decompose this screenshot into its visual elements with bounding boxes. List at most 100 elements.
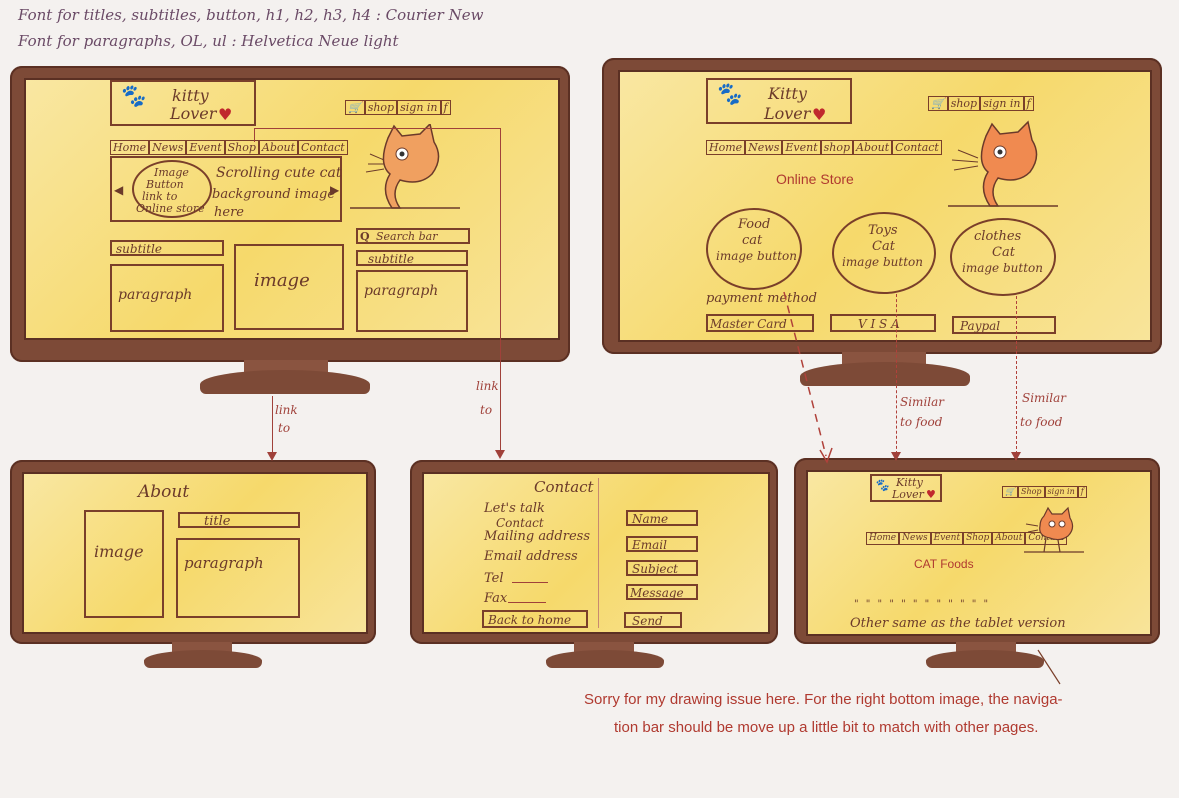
nav-about[interactable]: About — [992, 532, 1026, 545]
paragraph-left-text: paragraph — [118, 287, 193, 303]
about-subtitle-text: title — [204, 514, 231, 529]
home-logo[interactable]: 🐾 kitty Lover ♥ — [110, 80, 256, 126]
about-subtitle: title — [178, 512, 300, 528]
shop-button[interactable]: Shop — [1017, 486, 1045, 498]
home-image-text: image — [254, 270, 310, 291]
store-title: Online Store — [776, 171, 854, 187]
mailing-address: Mailing address — [484, 529, 591, 544]
home-image: image — [234, 244, 344, 330]
sign-in-button[interactable]: sign in — [1044, 486, 1078, 498]
clothes-cat: Cat — [992, 245, 1015, 260]
about-image: image — [84, 510, 164, 618]
other-same-text: Other same as the tablet version — [850, 616, 1066, 631]
contact-label: Contact — [496, 516, 544, 530]
logo-lover: Lover — [892, 488, 924, 501]
paragraph-right: paragraph — [356, 270, 468, 332]
paypal-button[interactable]: Paypal — [952, 316, 1056, 334]
facebook-icon[interactable]: f — [440, 100, 451, 116]
name-field[interactable]: Name — [626, 510, 698, 526]
subject-field[interactable]: Subject — [626, 560, 698, 576]
subtitle-right: subtitle — [356, 250, 468, 266]
nav-home[interactable]: Home — [110, 140, 150, 156]
name-field-text: Name — [632, 512, 669, 526]
cart-icon[interactable]: 🛒 — [1002, 486, 1018, 498]
subject-field-text: Subject — [632, 562, 678, 576]
sign-in-button[interactable]: sign in — [980, 96, 1024, 112]
search-bar[interactable]: Q Search bar — [356, 228, 470, 244]
heart-icon: ♥ — [926, 488, 936, 501]
similar-to-food-2a: Similar — [1022, 391, 1067, 405]
nav-news[interactable]: News — [149, 140, 187, 156]
nav-home[interactable]: Home — [706, 140, 746, 156]
cat-logo-icon: 🐾 — [874, 478, 889, 492]
cat-logo-icon: 🐾 — [118, 84, 146, 109]
clothes-label: clothes — [974, 229, 1022, 244]
cart-icon[interactable]: 🛒 — [345, 100, 365, 116]
about-title: About — [138, 482, 190, 502]
link-to-contact-2: to — [480, 403, 493, 417]
similar-to-food-2b: to food — [1020, 415, 1063, 429]
food-image-button[interactable]: Food cat image button — [706, 208, 802, 290]
cat-logo-icon: 🐾 — [714, 82, 742, 107]
email-address: Email address — [484, 549, 578, 564]
visa-text: V I S A — [858, 317, 900, 331]
foods-logo[interactable]: 🐾 Kitty Lover ♥ — [870, 474, 942, 502]
logo-kitty: kitty — [172, 86, 209, 105]
oval-text-1: Image — [154, 166, 189, 179]
about-paragraph-text: paragraph — [184, 554, 264, 572]
send-button[interactable]: Send — [624, 612, 682, 628]
cat-drawing — [1024, 506, 1084, 553]
facebook-icon[interactable]: f — [1023, 96, 1034, 112]
about-paragraph: paragraph — [176, 538, 300, 618]
visa-button[interactable]: V I S A — [830, 314, 936, 332]
nav-contact[interactable]: Contact — [892, 140, 942, 156]
shop-button[interactable]: shop — [947, 96, 981, 112]
bg-text: background image — [212, 187, 336, 202]
nav-news[interactable]: News — [899, 532, 931, 545]
toys-label: Toys — [868, 223, 898, 238]
clothes-image-button[interactable]: clothes Cat image button — [950, 218, 1056, 296]
back-to-home-button[interactable]: Back to home — [482, 610, 588, 628]
oval-text-3: link to — [142, 190, 178, 203]
carousel-prev-icon[interactable]: ◀ — [114, 184, 123, 196]
logo-kitty: Kitty — [768, 84, 807, 103]
email-field[interactable]: Email — [626, 536, 698, 552]
message-field[interactable]: Message — [626, 584, 698, 600]
nav-shop[interactable]: shop — [820, 140, 854, 156]
search-placeholder: Search bar — [376, 230, 438, 243]
nav-shop[interactable]: Shop — [224, 140, 259, 156]
subtitle-left-text: subtitle — [116, 242, 162, 256]
nav-about[interactable]: About — [853, 140, 893, 156]
online-store-image-button[interactable]: Image Button link to Online store — [132, 160, 212, 218]
toys-image-button[interactable]: Toys Cat image button — [832, 212, 936, 294]
send-button-text: Send — [632, 614, 663, 628]
food-label: Food — [738, 217, 771, 232]
nav-news[interactable]: News — [745, 140, 783, 156]
apology-line-2: tion bar should be move up a little bit … — [614, 719, 1039, 736]
home-nav: Home News Event Shop About Contact — [110, 140, 348, 156]
paragraph-right-text: paragraph — [364, 283, 439, 299]
shop-button[interactable]: shop — [364, 100, 398, 116]
fax-label: Fax — [484, 591, 508, 606]
font-note-titles: Font for titles, subtitles, button, h1, … — [18, 6, 484, 24]
nav-home[interactable]: Home — [866, 532, 900, 545]
nav-contact[interactable]: Contact — [298, 140, 348, 156]
foods-title: CAT Foods — [914, 557, 974, 571]
lets-talk: Let's talk — [484, 501, 545, 516]
store-logo[interactable]: 🐾 Kitty Lover ♥ — [706, 78, 852, 124]
nav-event[interactable]: Event — [930, 532, 964, 545]
facebook-icon[interactable]: f — [1077, 486, 1087, 498]
paypal-text: Paypal — [960, 319, 1001, 333]
subtitle-left: subtitle — [110, 240, 224, 256]
nav-event[interactable]: Event — [782, 140, 821, 156]
logo-lover: Lover — [764, 104, 811, 123]
sign-in-button[interactable]: sign in — [397, 100, 441, 116]
heart-icon: ♥ — [812, 105, 827, 124]
nav-event[interactable]: Event — [186, 140, 225, 156]
oval-text-4: Online store — [136, 202, 205, 215]
cart-icon[interactable]: 🛒 — [928, 96, 948, 112]
bg-text-here: here — [214, 205, 244, 220]
back-to-home-text: Back to home — [488, 613, 572, 627]
nav-shop[interactable]: Shop — [963, 532, 993, 545]
nav-about[interactable]: About — [258, 140, 299, 156]
